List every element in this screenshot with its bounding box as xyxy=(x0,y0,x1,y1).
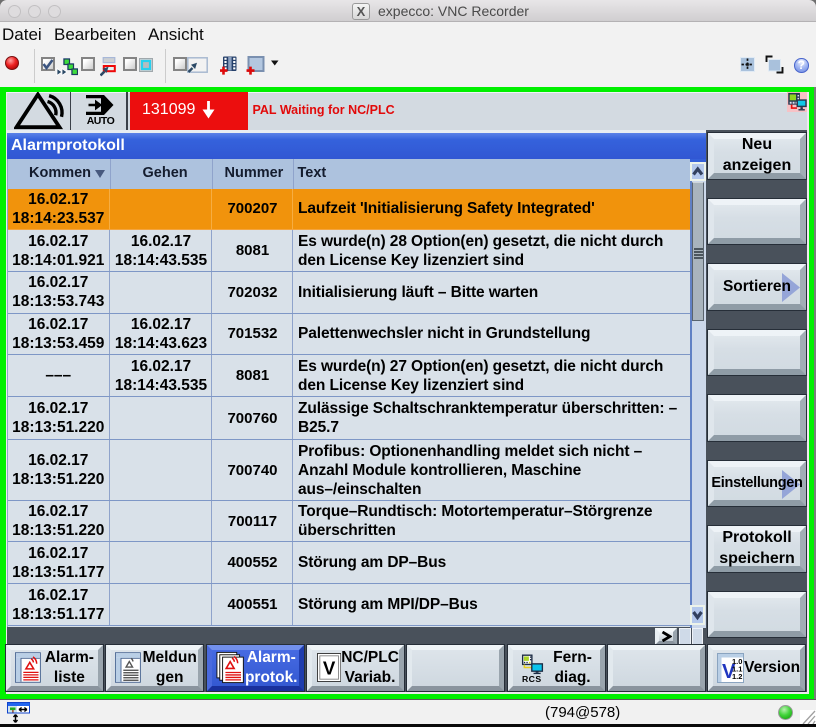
svg-text:RCS: RCS xyxy=(521,674,541,683)
svg-text:1.2: 1.2 xyxy=(732,672,742,681)
svg-text:V: V xyxy=(323,658,336,679)
